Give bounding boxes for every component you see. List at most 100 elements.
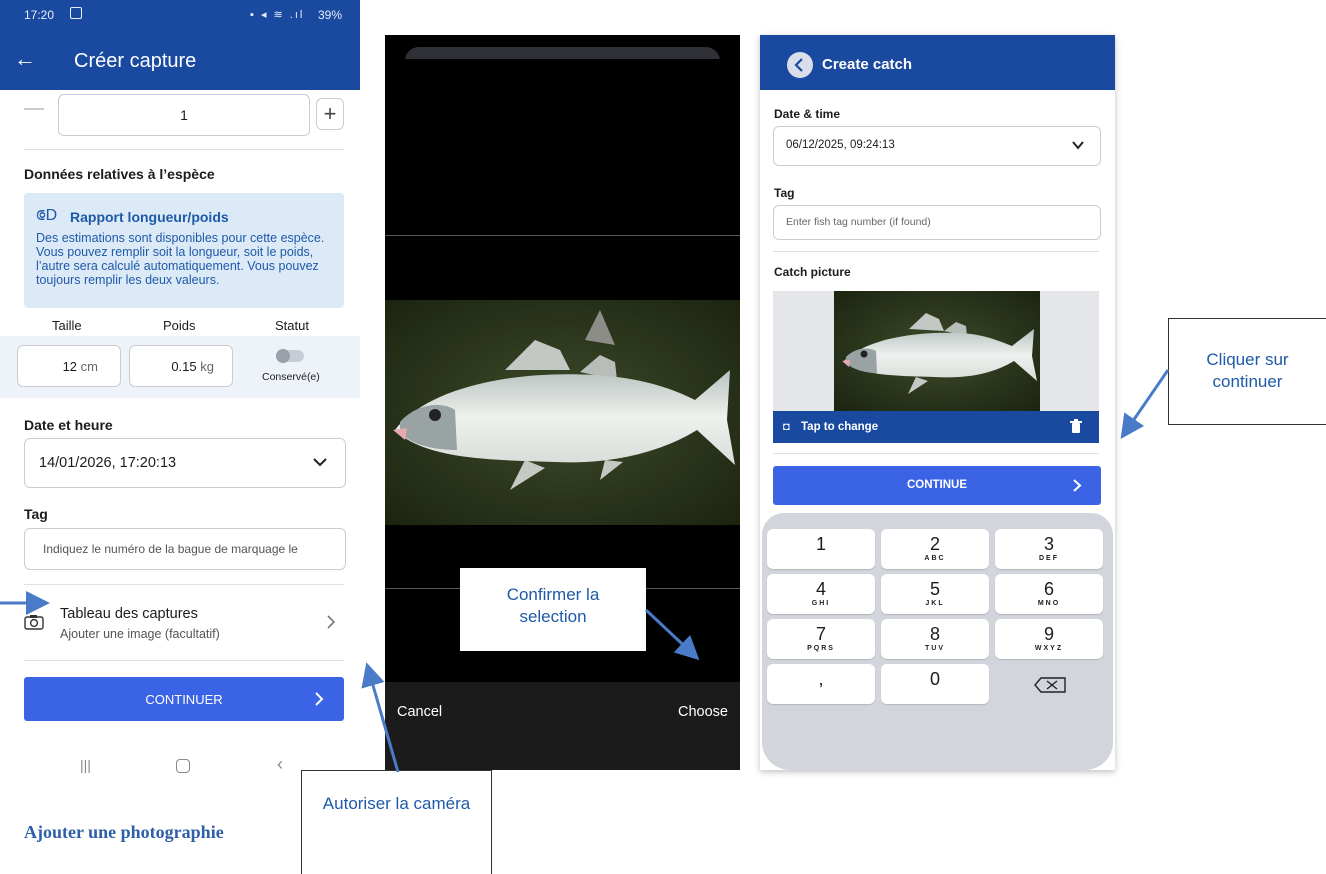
page-title: Créer capture <box>74 50 197 72</box>
size-column-label: Taille <box>52 318 82 333</box>
key-1[interactable]: 1 <box>767 529 875 569</box>
key-3[interactable]: 3 DEF <box>995 529 1103 569</box>
key-letters: WXYZ <box>1034 645 1064 652</box>
date-picker[interactable]: 14/01/2026, 17:20:13 <box>24 438 346 488</box>
fish-photo <box>385 300 740 525</box>
key-digit: , <box>818 669 824 689</box>
picture-subtitle: Ajouter une image (facultatif) <box>60 627 220 641</box>
tag-label: Tag <box>24 506 48 522</box>
tag-input[interactable]: Indiquez le numéro de la bague de marqua… <box>24 528 346 570</box>
info-title: Rapport longueur/poids <box>70 209 229 225</box>
app-bar: ← Créer capture <box>0 30 360 90</box>
callout-confirm-text: Confirmer la selection <box>506 585 600 626</box>
key-0[interactable]: 0 <box>881 664 989 704</box>
key-letters: PQRS <box>807 645 835 652</box>
chevron-down-icon <box>1072 141 1084 150</box>
weight-field[interactable]: 0.15 kg <box>129 345 233 387</box>
screen-create-capture-fr: 17:20 ▪ ◂ ≋ .ıl 39% ← Créer capture 1 + … <box>0 0 360 790</box>
battery-level: 39% <box>318 8 343 22</box>
date-picker[interactable]: 06/12/2025, 09:24:13 <box>773 126 1101 166</box>
kept-toggle[interactable] <box>276 349 304 363</box>
continue-button[interactable]: CONTINUE <box>773 466 1101 505</box>
chevron-right-icon <box>315 692 324 706</box>
species-heading: Données relatives à l’espèce <box>24 166 215 182</box>
arrow-to-continue-en <box>1120 369 1170 439</box>
key-9[interactable]: 9 WXYZ <box>995 619 1103 659</box>
catch-picture[interactable]: ◘ Tap to change <box>773 291 1099 443</box>
key-5[interactable]: 5 JKL <box>881 574 989 614</box>
change-picture-bar[interactable]: ◘ Tap to change <box>773 411 1099 443</box>
backspace-key[interactable] <box>995 664 1103 704</box>
key-comma[interactable]: , <box>767 664 875 704</box>
date-label: Date et heure <box>24 417 113 433</box>
decrement-button[interactable] <box>24 108 44 110</box>
quantity-field[interactable]: 1 <box>58 94 310 136</box>
recents-icon[interactable]: ||| <box>80 757 91 773</box>
callout-camera-text: Autoriser la caméra <box>322 794 471 813</box>
trash-icon[interactable] <box>1070 419 1082 434</box>
key-digit: 5 <box>929 579 940 599</box>
size-unit: cm <box>80 359 98 374</box>
back-nav-icon[interactable]: ‹ <box>277 754 283 775</box>
key-letters: DEF <box>1039 555 1059 562</box>
key-4[interactable]: 4 GHI <box>767 574 875 614</box>
fish-icon: ⟃D <box>36 207 58 224</box>
picker-toolbar: Cancel Choose <box>385 682 740 770</box>
tag-placeholder: Enter fish tag number (if found) <box>786 216 931 228</box>
size-field[interactable]: 12 cm <box>17 345 121 387</box>
key-8[interactable]: 8 TUV <box>881 619 989 659</box>
numeric-keypad: 1 2 ABC 3 DEF 4 GHI 5 JKL 6 MNO 7 PQRS 8 TUV 9 WXYZ, 0 <box>762 513 1113 770</box>
kept-label: Conservé(e) <box>262 371 320 383</box>
continue-button[interactable]: CONTINUER <box>24 677 344 721</box>
back-button[interactable] <box>787 52 813 78</box>
divider <box>24 149 344 150</box>
crop-guide-top <box>385 235 740 236</box>
back-arrow-icon[interactable]: ← <box>14 46 36 72</box>
key-digit: 1 <box>815 534 826 554</box>
divider <box>773 251 1099 252</box>
key-7[interactable]: 7 PQRS <box>767 619 875 659</box>
key-6[interactable]: 6 MNO <box>995 574 1103 614</box>
key-digit: 7 <box>815 624 826 644</box>
divider <box>24 584 344 585</box>
picture-row[interactable]: Tableau des captures Ajouter une image (… <box>0 590 360 654</box>
key-letters: TUV <box>925 645 945 652</box>
cancel-button[interactable]: Cancel <box>397 704 442 720</box>
key-2[interactable]: 2 ABC <box>881 529 989 569</box>
callout-confirm: Confirmer la selection <box>460 568 646 651</box>
info-box: ⟃D Rapport longueur/poids Des estimation… <box>24 193 344 308</box>
info-text: Des estimations sont disponibles pour ce… <box>36 231 325 287</box>
weight-unit: kg <box>200 359 214 374</box>
backspace-icon <box>1034 677 1066 693</box>
date-value: 06/12/2025, 09:24:13 <box>786 139 895 151</box>
tag-placeholder: Indiquez le numéro de la bague de marqua… <box>43 542 298 556</box>
key-digit: 9 <box>1043 624 1054 644</box>
chevron-right-icon <box>327 615 336 629</box>
key-letters: JKL <box>925 600 945 607</box>
status-time: 17:20 <box>24 8 55 22</box>
increment-button[interactable]: + <box>316 98 344 130</box>
status-column-label: Statut <box>275 318 309 333</box>
figure-caption: Ajouter une photographie <box>24 822 224 842</box>
key-letters: ABC <box>924 555 946 562</box>
app-bar: Create catch <box>760 35 1115 90</box>
tag-input[interactable]: Enter fish tag number (if found) <box>773 205 1101 240</box>
choose-button[interactable]: Choose <box>678 704 728 720</box>
chevron-down-icon <box>313 458 327 467</box>
status-bar: 17:20 ▪ ◂ ≋ .ıl 39% <box>0 0 360 30</box>
picture-label: Catch picture <box>774 265 851 279</box>
picture-title: Tableau des captures <box>60 606 198 622</box>
key-digit: 6 <box>1043 579 1054 599</box>
continue-label: CONTINUER <box>145 692 223 707</box>
date-value: 14/01/2026, 17:20:13 <box>39 455 177 471</box>
screen-create-catch-en: Create catch Date & time 06/12/2025, 09:… <box>760 35 1115 770</box>
screen-image-picker: Cancel Choose <box>385 35 740 770</box>
divider <box>773 453 1099 454</box>
callout-continue: Cliquer sur continuer <box>1168 318 1326 425</box>
home-icon[interactable] <box>176 759 190 773</box>
fish-thumbnail <box>834 291 1040 411</box>
divider <box>24 660 344 661</box>
key-digit: 4 <box>815 579 826 599</box>
page-title: Create catch <box>822 56 913 73</box>
key-digit: 3 <box>1043 534 1054 554</box>
